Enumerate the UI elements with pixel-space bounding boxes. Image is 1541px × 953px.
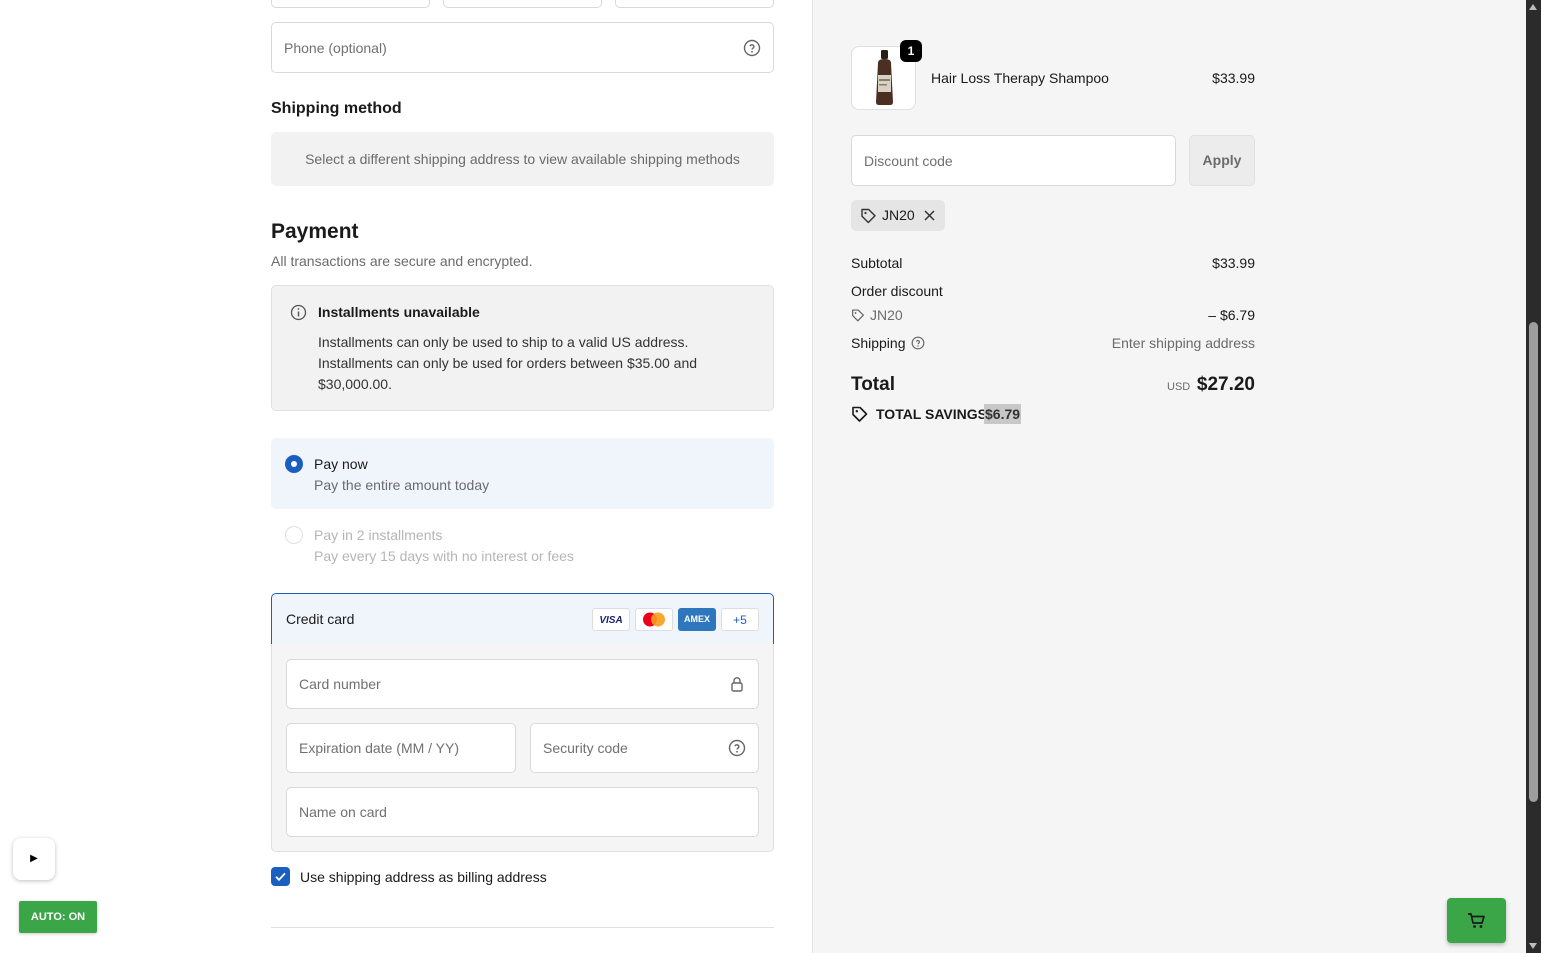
pay-installments-title: Pay in 2 installments	[314, 527, 443, 543]
expiry-field[interactable]: Expiration date (MM / YY)	[286, 723, 516, 773]
cart-icon	[1468, 913, 1485, 928]
subtotal-value: $33.99	[1212, 255, 1255, 271]
product-name: Hair Loss Therapy Shampoo	[931, 70, 1109, 86]
address-field-partial[interactable]	[443, 0, 602, 8]
scrollbar-thumb[interactable]	[1529, 322, 1538, 802]
subtotal-label: Subtotal	[851, 255, 903, 271]
security-code-placeholder: Security code	[543, 740, 628, 756]
credit-card-form: Card number Expiration date (MM / YY) Se…	[271, 644, 774, 852]
section-divider	[271, 927, 774, 928]
visa-logo: VISA	[592, 608, 630, 631]
total-label: Total	[851, 374, 895, 395]
tag-icon	[861, 208, 876, 224]
mastercard-logo	[635, 608, 673, 631]
shipping-method-title: Shipping method	[271, 100, 402, 117]
discount-value: – $6.79	[1208, 307, 1255, 323]
pay-now-option[interactable]: Pay now Pay the entire amount today	[271, 438, 774, 509]
installments-notice: Installments unavailable Installments ca…	[271, 285, 774, 411]
security-code-field[interactable]: Security code	[530, 723, 759, 773]
credit-card-label: Credit card	[286, 611, 355, 627]
quantity-badge: 1	[900, 40, 922, 62]
address-field-partial[interactable]	[271, 0, 430, 8]
auto-toggle-button[interactable]: AUTO: ON	[19, 901, 97, 933]
help-circle-icon[interactable]	[728, 739, 746, 757]
expiry-placeholder: Expiration date (MM / YY)	[299, 740, 460, 756]
savings-tag-icon	[852, 406, 868, 422]
discount-code-label: JN20	[870, 307, 903, 323]
tag-icon	[852, 309, 864, 322]
play-button[interactable]: ▶	[13, 838, 55, 880]
card-number-field[interactable]: Card number	[286, 659, 759, 709]
checkmark-icon	[275, 872, 286, 882]
info-icon	[290, 304, 307, 321]
total-savings-value: $6.79	[984, 404, 1022, 424]
installments-title: Installments unavailable	[318, 304, 480, 320]
pay-installments-radio[interactable]	[285, 526, 303, 544]
name-on-card-field[interactable]: Name on card	[286, 787, 759, 837]
currency-label: USD	[1167, 381, 1191, 393]
installments-line: $30,000.00.	[318, 376, 392, 392]
applied-discount-chip: JN20	[851, 200, 945, 231]
checkout-form: Phone (optional) Shipping method Select …	[0, 0, 812, 953]
lock-icon	[731, 677, 743, 692]
shipping-value: Enter shipping address	[1111, 335, 1255, 351]
scroll-down-arrow[interactable]	[1529, 943, 1537, 949]
scroll-up-arrow[interactable]	[1529, 4, 1537, 10]
phone-placeholder: Phone (optional)	[284, 39, 387, 56]
credit-card-option[interactable]: Credit card VISA AMEX +5	[271, 593, 774, 645]
product-price: $33.99	[1212, 70, 1255, 86]
pay-installments-option[interactable]: Pay in 2 installments Pay every 15 days …	[271, 509, 774, 580]
cart-button[interactable]	[1447, 898, 1506, 943]
shipping-method-notice: Select a different shipping address to v…	[271, 132, 774, 186]
amex-logo: AMEX	[678, 608, 716, 631]
total-value: $27.20	[1196, 374, 1255, 395]
close-icon[interactable]	[923, 209, 936, 222]
pay-installments-subtitle: Pay every 15 days with no interest or fe…	[314, 548, 574, 564]
billing-address-label[interactable]: Use shipping address as billing address	[300, 869, 547, 885]
billing-address-checkbox[interactable]	[271, 867, 290, 886]
help-circle-icon[interactable]	[911, 336, 925, 350]
discount-code-placeholder: Discount code	[864, 152, 953, 169]
pay-now-title: Pay now	[314, 456, 368, 472]
scrollbar[interactable]	[1526, 0, 1541, 953]
card-number-placeholder: Card number	[299, 676, 381, 692]
payment-title: Payment	[271, 220, 359, 243]
pay-now-radio[interactable]	[285, 455, 303, 473]
payment-subtitle: All transactions are secure and encrypte…	[271, 253, 533, 269]
apply-button[interactable]: Apply	[1189, 135, 1255, 186]
discount-code-input[interactable]: Discount code	[851, 135, 1176, 186]
name-on-card-placeholder: Name on card	[299, 804, 387, 820]
address-field-partial[interactable]	[615, 0, 774, 8]
phone-field[interactable]: Phone (optional)	[271, 22, 774, 73]
installments-line: Installments can only be used for orders…	[318, 355, 698, 371]
pay-now-subtitle: Pay the entire amount today	[314, 477, 490, 493]
mastercard-icon	[643, 612, 665, 627]
installments-line: Installments can only be used to ship to…	[318, 334, 689, 350]
more-cards-badge: +5	[721, 608, 759, 631]
order-discount-label: Order discount	[851, 283, 943, 299]
applied-code-label: JN20	[882, 207, 915, 223]
shipping-label: Shipping	[851, 335, 906, 351]
help-circle-icon[interactable]	[743, 39, 761, 57]
total-savings-label: TOTAL SAVINGS	[876, 406, 987, 422]
